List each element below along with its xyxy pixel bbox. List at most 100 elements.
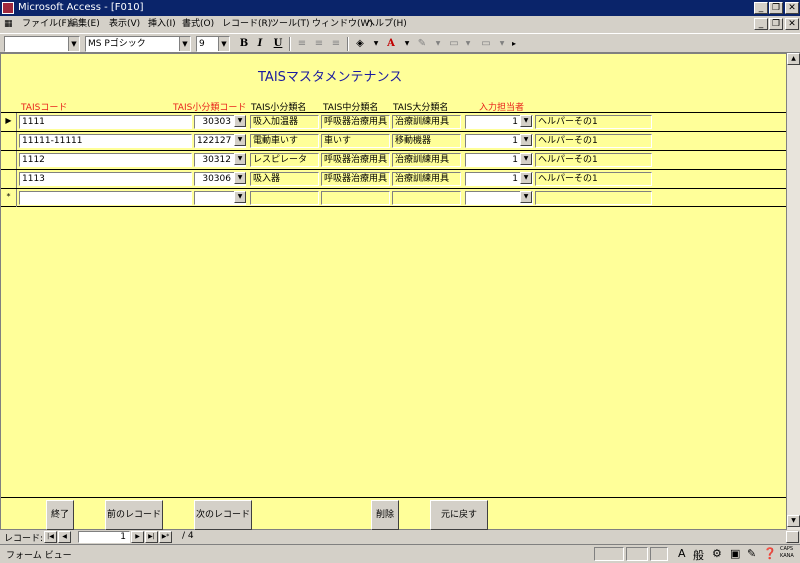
chevron-down-icon[interactable]: ▼ bbox=[218, 37, 229, 51]
underline-button[interactable]: U bbox=[270, 36, 286, 52]
small-name-field[interactable]: 電動車いす bbox=[250, 134, 319, 148]
menu-bar: ▦ ファイル(F) 編集(E) 表示(V) 挿入(I) 書式(O) レコード(R… bbox=[0, 16, 800, 33]
tais-code-field[interactable]: 1113 bbox=[19, 172, 192, 186]
italic-button[interactable]: I bbox=[252, 36, 268, 52]
doc-minimize-button[interactable]: _ bbox=[754, 18, 768, 30]
form-menu-icon[interactable]: ▦ bbox=[4, 18, 13, 30]
tais-code-field[interactable]: 11111-11111 bbox=[19, 134, 192, 148]
mid-name-field[interactable]: 車いす bbox=[321, 134, 390, 148]
close-form-button[interactable]: 終了 bbox=[46, 500, 74, 530]
doc-restore-button[interactable]: ❐ bbox=[769, 18, 783, 30]
menu-edit[interactable]: 編集(E) bbox=[69, 18, 100, 30]
large-name-field[interactable]: 治療訓練用具 bbox=[392, 115, 461, 129]
chevron-down-icon[interactable]: ▼ bbox=[234, 172, 246, 184]
menu-records[interactable]: レコード(R) bbox=[222, 18, 271, 30]
large-name-field[interactable]: 治療訓練用具 bbox=[392, 153, 461, 167]
delete-button[interactable]: 削除 bbox=[371, 500, 399, 530]
align-center-icon[interactable]: ≡ bbox=[311, 36, 327, 52]
mid-name-field[interactable]: 呼吸器治療用具 bbox=[321, 153, 390, 167]
align-left-icon[interactable]: ≡ bbox=[294, 36, 310, 52]
undo-button[interactable]: 元に戻す bbox=[430, 500, 488, 530]
chevron-down-icon[interactable]: ▼ bbox=[368, 36, 384, 52]
staff-name-field[interactable]: ヘルパーその1 bbox=[535, 134, 652, 148]
chevron-down-icon[interactable]: ▼ bbox=[234, 115, 246, 127]
toolbar-options-icon[interactable]: ▸ bbox=[506, 36, 522, 52]
chevron-down-icon[interactable]: ▼ bbox=[234, 153, 246, 165]
ime-pad-icon[interactable]: ▣ bbox=[730, 547, 740, 560]
chevron-down-icon[interactable]: ▼ bbox=[234, 191, 246, 203]
next-record-button[interactable]: 次のレコード bbox=[194, 500, 252, 530]
last-record-icon[interactable]: ▶| bbox=[145, 531, 158, 543]
chevron-down-icon[interactable]: ▼ bbox=[520, 191, 532, 203]
staff-name-field[interactable] bbox=[535, 191, 652, 205]
access-app-icon[interactable] bbox=[2, 2, 14, 14]
ime-tools-icon[interactable]: ⚙ bbox=[712, 547, 722, 560]
font-size-combo[interactable]: 9 ▼ bbox=[196, 36, 230, 52]
large-name-field[interactable] bbox=[392, 191, 461, 205]
new-record-selector[interactable]: * bbox=[1, 189, 17, 207]
current-record-input[interactable]: 1 bbox=[78, 531, 130, 543]
scroll-down-icon[interactable]: ▼ bbox=[787, 515, 800, 527]
menu-format[interactable]: 書式(O) bbox=[182, 18, 214, 30]
small-name-field[interactable] bbox=[250, 191, 319, 205]
chevron-down-icon[interactable]: ▼ bbox=[520, 134, 532, 146]
first-record-icon[interactable]: |◀ bbox=[44, 531, 57, 543]
font-combo[interactable]: MS Pゴシック ▼ bbox=[85, 36, 191, 52]
next-record-icon[interactable]: ▶ bbox=[131, 531, 144, 543]
staff-name-field[interactable]: ヘルパーその1 bbox=[535, 153, 652, 167]
chevron-down-icon[interactable]: ▼ bbox=[520, 115, 532, 127]
record-selector[interactable] bbox=[1, 170, 17, 188]
restore-button[interactable]: ❐ bbox=[769, 2, 783, 14]
chevron-down-icon[interactable]: ▼ bbox=[430, 36, 446, 52]
ime-mode-icon[interactable]: A bbox=[678, 547, 686, 560]
small-name-field[interactable]: 吸入加温器 bbox=[250, 115, 319, 129]
tais-code-field[interactable]: 1112 bbox=[19, 153, 192, 167]
chevron-down-icon[interactable]: ▼ bbox=[520, 172, 532, 184]
small-name-field[interactable]: 吸入器 bbox=[250, 172, 319, 186]
minimize-button[interactable]: _ bbox=[754, 2, 768, 14]
close-button[interactable]: ✕ bbox=[785, 2, 799, 14]
vertical-scrollbar[interactable]: ▲ ▼ bbox=[786, 53, 800, 530]
doc-close-button[interactable]: ✕ bbox=[785, 18, 799, 30]
tais-code-field[interactable] bbox=[19, 191, 192, 205]
menu-insert[interactable]: 挿入(I) bbox=[148, 18, 176, 30]
ime-options-icon[interactable]: ❓ bbox=[763, 547, 777, 560]
staff-name-field[interactable]: ヘルパーその1 bbox=[535, 172, 652, 186]
special-effect-icon[interactable]: ▭ bbox=[478, 36, 494, 52]
menu-view[interactable]: 表示(V) bbox=[109, 18, 140, 30]
large-name-field[interactable]: 治療訓練用具 bbox=[392, 172, 461, 186]
menu-window[interactable]: ウィンドウ(W) bbox=[312, 18, 373, 30]
ime-input-icon[interactable]: 般 bbox=[693, 547, 704, 563]
prev-record-button[interactable]: 前のレコード bbox=[105, 500, 163, 530]
mid-name-field[interactable]: 呼吸器治療用具 bbox=[321, 115, 390, 129]
align-right-icon[interactable]: ≡ bbox=[328, 36, 344, 52]
record-selector[interactable]: ▶ bbox=[1, 113, 17, 131]
object-combo[interactable]: ▼ bbox=[4, 36, 80, 52]
line-color-icon[interactable]: ✎ bbox=[414, 36, 430, 52]
menu-tools[interactable]: ツール(T) bbox=[270, 18, 310, 30]
large-name-field[interactable]: 移動機器 bbox=[392, 134, 461, 148]
chevron-down-icon[interactable]: ▼ bbox=[68, 37, 79, 51]
new-record-row: * ▼ ▼ bbox=[1, 188, 787, 207]
chevron-down-icon[interactable]: ▼ bbox=[234, 134, 246, 146]
scroll-up-icon[interactable]: ▲ bbox=[787, 53, 800, 65]
prev-record-icon[interactable]: ◀ bbox=[58, 531, 71, 543]
record-selector[interactable] bbox=[1, 151, 17, 169]
mid-name-field[interactable]: 呼吸器治療用具 bbox=[321, 172, 390, 186]
chevron-down-icon[interactable]: ▼ bbox=[399, 36, 415, 52]
font-color-icon[interactable]: A bbox=[383, 36, 399, 52]
chevron-down-icon[interactable]: ▼ bbox=[460, 36, 476, 52]
new-record-icon[interactable]: ▶* bbox=[159, 531, 172, 543]
record-selector[interactable] bbox=[1, 132, 17, 150]
chevron-down-icon[interactable]: ▼ bbox=[520, 153, 532, 165]
fill-color-icon[interactable]: ◈ bbox=[352, 36, 368, 52]
tais-code-field[interactable]: 1111 bbox=[19, 115, 192, 129]
menu-file[interactable]: ファイル(F) bbox=[22, 18, 70, 30]
ime-help-icon[interactable]: ✎ bbox=[747, 547, 756, 560]
mid-name-field[interactable] bbox=[321, 191, 390, 205]
menu-help[interactable]: ヘルプ(H) bbox=[366, 18, 407, 30]
small-name-field[interactable]: レスピレータ bbox=[250, 153, 319, 167]
staff-name-field[interactable]: ヘルパーその1 bbox=[535, 115, 652, 129]
bold-button[interactable]: B bbox=[236, 36, 252, 52]
chevron-down-icon[interactable]: ▼ bbox=[179, 37, 190, 51]
